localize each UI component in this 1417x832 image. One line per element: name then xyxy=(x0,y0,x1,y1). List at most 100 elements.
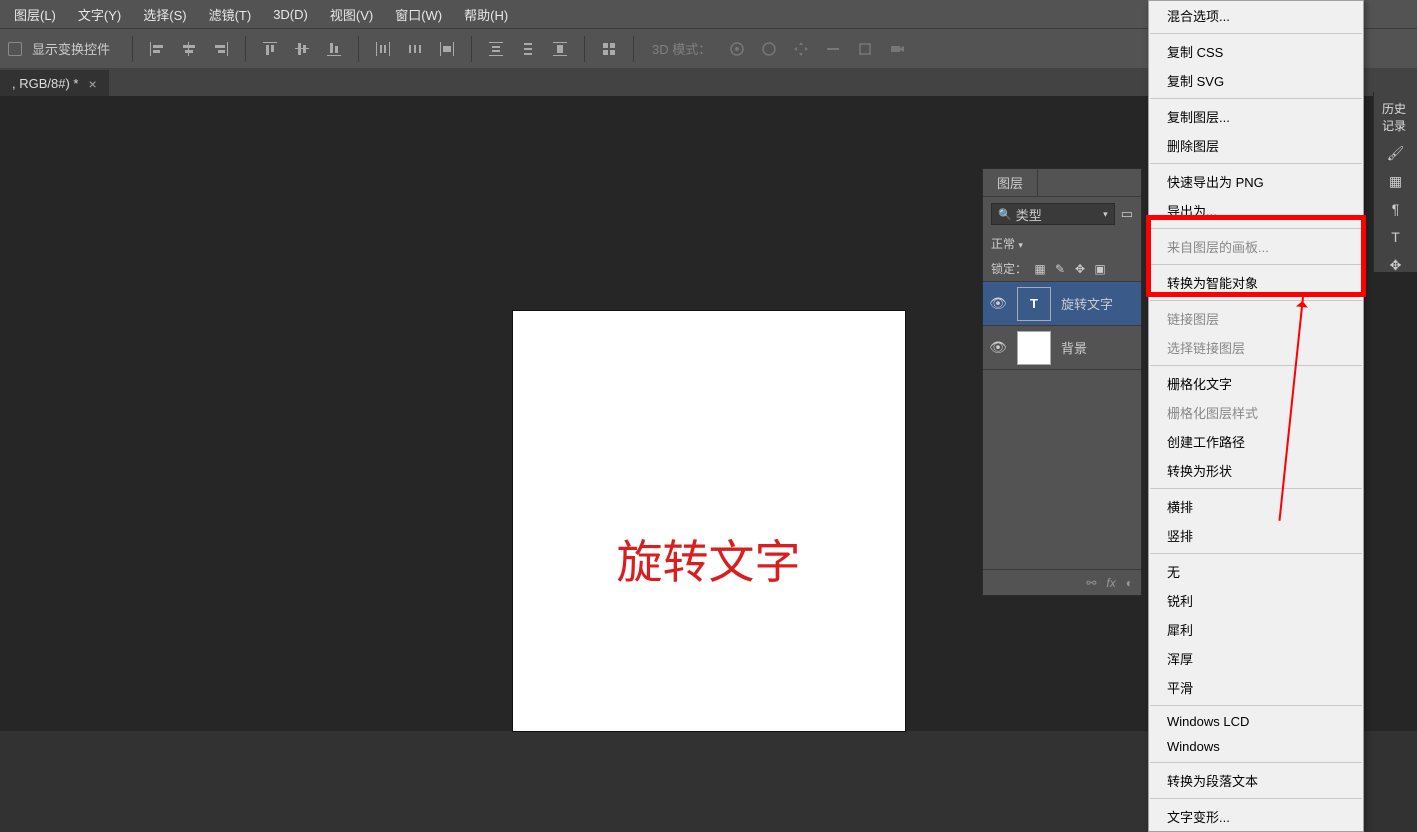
context-item[interactable]: 横排 xyxy=(1149,492,1363,521)
canvas[interactable]: 旋转文字 xyxy=(513,311,905,731)
distribute-h2-icon[interactable] xyxy=(401,35,429,63)
context-divider xyxy=(1150,705,1362,706)
document-tab[interactable]: , RGB/8#) * × xyxy=(0,70,109,96)
link-layers-icon[interactable]: ⚯ xyxy=(1086,576,1096,590)
align-right-icon[interactable] xyxy=(207,35,235,63)
context-divider xyxy=(1150,300,1362,301)
distribute-v1-icon[interactable] xyxy=(482,35,510,63)
layers-panel: 图层 🔍 类型 ▾ ▭ 正常 ▾ 锁定： ▦ ✎ ✥ ▣ 👁 T 旋转文字 👁 … xyxy=(982,168,1142,596)
context-divider xyxy=(1150,228,1362,229)
layer-thumbnail xyxy=(1017,331,1051,365)
search-icon: 🔍 xyxy=(998,208,1012,221)
lock-move-icon[interactable]: ✥ xyxy=(1073,262,1087,276)
filter-image-icon[interactable]: ▭ xyxy=(1121,206,1133,222)
auto-align-icon[interactable] xyxy=(595,35,623,63)
mask-icon[interactable]: ◐ xyxy=(1126,576,1133,590)
canvas-text: 旋转文字 xyxy=(513,526,905,592)
context-item[interactable]: 转换为段落文本 xyxy=(1149,766,1363,795)
context-item[interactable]: 浑厚 xyxy=(1149,644,1363,673)
right-dock: 历史记录 🖌 ▦ ¶ T ✥ xyxy=(1373,92,1417,272)
layer-thumbnail: T xyxy=(1017,287,1051,321)
context-item[interactable]: 文字变形... xyxy=(1149,802,1363,831)
fx-icon[interactable]: fx xyxy=(1106,576,1115,590)
3d-roll-icon[interactable] xyxy=(755,35,783,63)
context-item[interactable]: 锐利 xyxy=(1149,586,1363,615)
paragraph-icon[interactable]: ¶ xyxy=(1378,196,1413,222)
3d-slide-icon[interactable] xyxy=(819,35,847,63)
lock-artboard-icon[interactable]: ▣ xyxy=(1093,262,1107,276)
lock-label: 锁定： xyxy=(991,260,1027,277)
lock-brush-icon[interactable]: ✎ xyxy=(1053,262,1067,276)
3d-pan-icon[interactable] xyxy=(787,35,815,63)
3d-camera-icon[interactable] xyxy=(883,35,911,63)
context-item[interactable]: 竖排 xyxy=(1149,521,1363,550)
swatch-icon[interactable]: ▦ xyxy=(1378,168,1413,194)
layer-filter-type[interactable]: 🔍 类型 ▾ xyxy=(991,203,1115,225)
3d-orbit-icon[interactable] xyxy=(723,35,751,63)
align-hcenter-icon[interactable] xyxy=(175,35,203,63)
layer-list: 👁 T 旋转文字 👁 背景 xyxy=(983,281,1141,369)
context-item: 栅格化图层样式 xyxy=(1149,398,1363,427)
menu-filter[interactable]: 滤镜(T) xyxy=(199,1,262,28)
align-left-icon[interactable] xyxy=(143,35,171,63)
menu-select[interactable]: 选择(S) xyxy=(133,1,196,28)
lock-pixels-icon[interactable]: ▦ xyxy=(1033,262,1047,276)
3d-mode-label: 3D 模式： xyxy=(652,39,711,58)
move-dock-icon[interactable]: ✥ xyxy=(1378,252,1413,278)
menu-window[interactable]: 窗口(W) xyxy=(385,1,452,28)
context-divider xyxy=(1150,264,1362,265)
context-divider xyxy=(1150,365,1362,366)
close-tab-icon[interactable]: × xyxy=(88,76,96,92)
character-icon[interactable]: T xyxy=(1378,224,1413,250)
context-divider xyxy=(1150,98,1362,99)
menu-help[interactable]: 帮助(H) xyxy=(454,1,518,28)
context-item[interactable]: 导出为... xyxy=(1149,196,1363,225)
context-item[interactable]: 复制图层... xyxy=(1149,102,1363,131)
visibility-icon[interactable]: 👁 xyxy=(989,339,1007,356)
context-item[interactable]: 转换为智能对象 xyxy=(1149,268,1363,297)
menu-3d[interactable]: 3D(D) xyxy=(263,3,318,26)
context-divider xyxy=(1150,163,1362,164)
context-item[interactable]: 复制 SVG xyxy=(1149,66,1363,95)
context-divider xyxy=(1150,762,1362,763)
context-divider xyxy=(1150,488,1362,489)
context-item: 链接图层 xyxy=(1149,304,1363,333)
context-item[interactable]: Windows LCD xyxy=(1149,709,1363,734)
layer-name: 旋转文字 xyxy=(1061,294,1113,313)
layer-background[interactable]: 👁 背景 xyxy=(983,325,1141,369)
distribute-v2-icon[interactable] xyxy=(514,35,542,63)
blend-mode-select[interactable]: 正常 ▾ xyxy=(991,235,1133,252)
3d-scale-icon[interactable] xyxy=(851,35,879,63)
show-transform-checkbox[interactable] xyxy=(8,42,22,56)
context-item[interactable]: 无 xyxy=(1149,557,1363,586)
context-item[interactable]: 犀利 xyxy=(1149,615,1363,644)
menu-type[interactable]: 文字(Y) xyxy=(68,1,131,28)
layers-tab[interactable]: 图层 xyxy=(983,169,1038,196)
context-item[interactable]: 快速导出为 PNG xyxy=(1149,167,1363,196)
context-item[interactable]: 转换为形状 xyxy=(1149,456,1363,485)
align-bottom-icon[interactable] xyxy=(320,35,348,63)
context-item[interactable]: 删除图层 xyxy=(1149,131,1363,160)
context-item[interactable]: 创建工作路径 xyxy=(1149,427,1363,456)
context-divider xyxy=(1150,33,1362,34)
align-vcenter-icon[interactable] xyxy=(288,35,316,63)
align-top-icon[interactable] xyxy=(256,35,284,63)
menu-layer[interactable]: 图层(L) xyxy=(4,1,66,28)
brush-tool-icon[interactable]: 🖌 xyxy=(1378,140,1413,166)
context-divider xyxy=(1150,798,1362,799)
distribute-v3-icon[interactable] xyxy=(546,35,574,63)
visibility-icon[interactable]: 👁 xyxy=(989,295,1007,312)
chevron-down-icon: ▾ xyxy=(1018,240,1023,250)
layer-name: 背景 xyxy=(1061,338,1087,357)
context-item[interactable]: 混合选项... xyxy=(1149,1,1363,30)
menu-view[interactable]: 视图(V) xyxy=(320,1,383,28)
context-item[interactable]: 栅格化文字 xyxy=(1149,369,1363,398)
context-item[interactable]: 平滑 xyxy=(1149,673,1363,702)
show-transform-label: 显示变换控件 xyxy=(32,39,110,58)
history-tab[interactable]: 历史记录 xyxy=(1378,96,1413,138)
layer-text[interactable]: 👁 T 旋转文字 xyxy=(983,281,1141,325)
context-item[interactable]: 复制 CSS xyxy=(1149,37,1363,66)
context-item[interactable]: Windows xyxy=(1149,734,1363,759)
distribute-h1-icon[interactable] xyxy=(369,35,397,63)
distribute-h3-icon[interactable] xyxy=(433,35,461,63)
